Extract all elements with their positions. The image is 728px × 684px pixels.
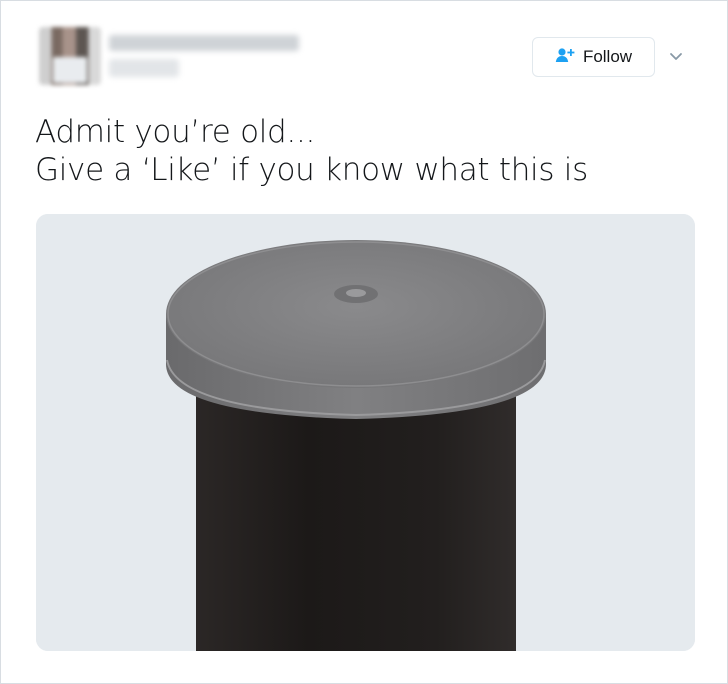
tweet-media[interactable] — [36, 214, 695, 651]
chevron-down-icon[interactable] — [665, 45, 687, 67]
tweet-text: Admit you’re old... Give a ‘Like’ if you… — [35, 113, 695, 189]
follow-label: Follow — [582, 47, 633, 66]
follow-button[interactable]: Follow — [532, 37, 655, 77]
tweet-text-line-2: Give a ‘Like’ if you know what this is — [35, 152, 588, 188]
add-user-icon — [555, 47, 575, 68]
avatar[interactable] — [39, 27, 101, 85]
tweet-text-line-1: Admit you’re old... — [35, 114, 316, 150]
film-canister-image — [36, 214, 695, 651]
tweet-card: Follow Admit you’re old... Give a ‘Like’… — [0, 0, 728, 684]
display-name-redacted[interactable] — [109, 35, 299, 51]
handle-redacted — [109, 59, 179, 77]
